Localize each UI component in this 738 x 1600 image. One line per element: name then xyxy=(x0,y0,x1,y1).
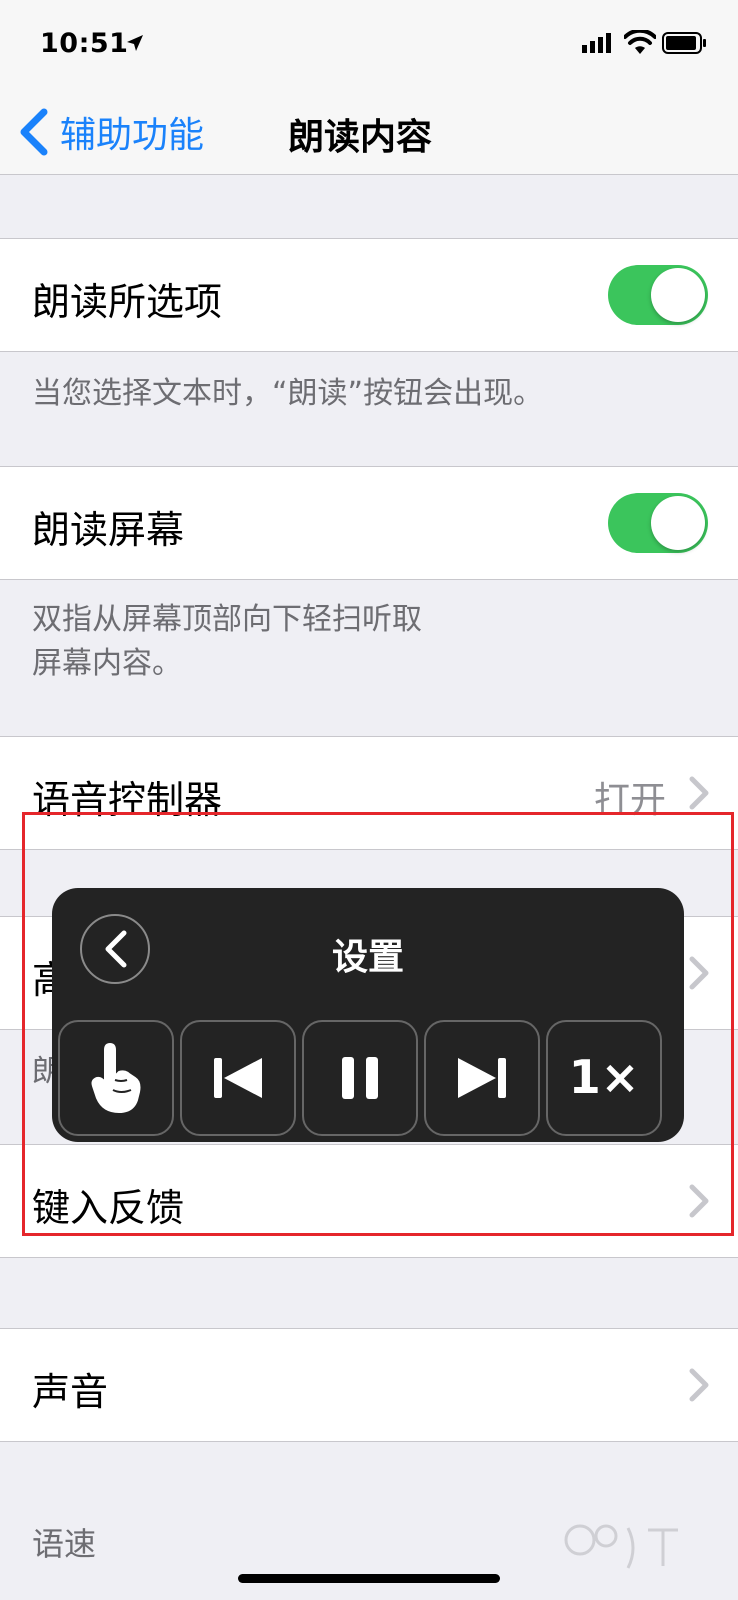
voices-row[interactable]: 声音 xyxy=(0,1328,738,1442)
watermark-logo xyxy=(564,1524,678,1569)
back-button[interactable]: 辅助功能 xyxy=(16,104,204,160)
skip-forward-icon xyxy=(458,1058,506,1098)
speed-label: 1× xyxy=(568,1050,640,1104)
speak-screen-footer-line2: 屏幕内容。 xyxy=(32,646,182,681)
chevron-left-icon xyxy=(20,108,48,156)
status-time: 10:51 xyxy=(40,28,129,59)
chevron-right-icon xyxy=(689,1368,709,1402)
voices-label: 声音 xyxy=(32,1370,109,1414)
speak-screen-row: 朗读屏幕 xyxy=(0,466,738,580)
navigation-bar: 辅助功能 朗读内容 xyxy=(0,92,738,175)
chevron-right-icon xyxy=(689,776,709,810)
toggle-knob xyxy=(651,496,705,550)
speak-screen-footer-line1: 双指从屏幕顶部向下轻扫听取 xyxy=(32,602,422,637)
speech-controller-panel: 设置 1× xyxy=(52,888,684,1142)
toggle-knob xyxy=(651,268,705,322)
skip-back-button[interactable] xyxy=(180,1020,296,1136)
pause-button[interactable] xyxy=(302,1020,418,1136)
speak-screen-label: 朗读屏幕 xyxy=(32,508,185,552)
location-arrow-icon xyxy=(127,35,143,51)
home-indicator[interactable] xyxy=(238,1574,500,1583)
speak-selection-footer: 当您选择文本时，“朗读”按钮会出现。 xyxy=(32,376,544,411)
pointer-hand-icon xyxy=(91,1042,141,1114)
battery-icon xyxy=(662,32,706,54)
panel-title: 设置 xyxy=(331,937,404,978)
back-button-label: 辅助功能 xyxy=(60,115,205,156)
speed-button[interactable]: 1× xyxy=(546,1020,662,1136)
speak-selection-label: 朗读所选项 xyxy=(32,280,223,324)
speak-screen-toggle[interactable] xyxy=(608,493,708,553)
skip-back-icon xyxy=(214,1058,262,1098)
status-bar: 10:51 xyxy=(0,0,738,92)
skip-forward-button[interactable] xyxy=(424,1020,540,1136)
speak-selection-toggle[interactable] xyxy=(608,265,708,325)
page-title: 朗读内容 xyxy=(288,117,433,158)
pointer-button[interactable] xyxy=(58,1020,174,1136)
wifi-icon xyxy=(624,30,656,54)
pause-icon xyxy=(342,1057,378,1099)
speak-selection-row: 朗读所选项 xyxy=(0,238,738,352)
cellular-signal-icon xyxy=(582,33,611,53)
